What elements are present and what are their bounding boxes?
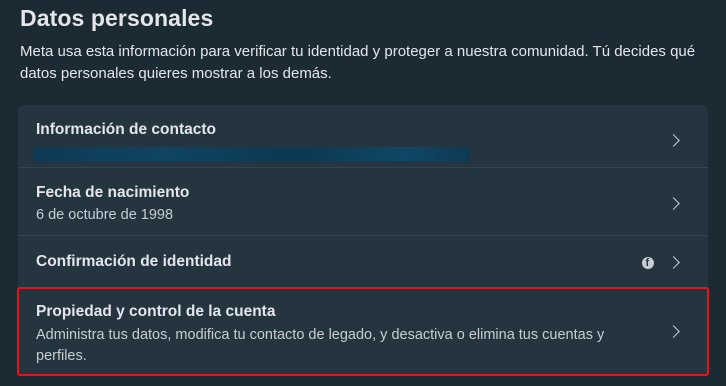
row-contact-info-title: Información de contacto <box>36 121 216 138</box>
personal-details-card: Información de contacto Fecha de nacimie… <box>17 105 709 376</box>
row-birthdate-value: 6 de octubre de 1998 <box>36 207 174 223</box>
page-description: Meta usa esta información para verificar… <box>20 43 696 82</box>
facebook-icon: f <box>642 257 654 269</box>
chevron-right-icon <box>667 134 680 147</box>
row-identity-confirmation-title: Confirmación de identidad <box>36 253 232 270</box>
row-birthdate-title: Fecha de nacimiento <box>36 184 190 201</box>
row-account-ownership-title: Propiedad y control de la cuenta <box>36 303 276 320</box>
page-title: Datos personales <box>20 5 214 31</box>
row-account-ownership[interactable]: Propiedad y control de la cuenta Adminis… <box>18 288 708 375</box>
chevron-right-icon <box>667 197 680 210</box>
row-contact-info[interactable]: Información de contacto <box>18 105 708 168</box>
row-account-ownership-description: Administra tus datos, modifica tu contac… <box>36 327 605 364</box>
chevron-right-icon <box>667 325 680 338</box>
redacted-contact-value <box>34 147 470 161</box>
row-identity-confirmation[interactable]: Confirmación de identidad f <box>18 236 708 288</box>
chevron-right-icon <box>667 256 680 269</box>
row-birthdate[interactable]: Fecha de nacimiento 6 de octubre de 1998 <box>18 168 708 236</box>
